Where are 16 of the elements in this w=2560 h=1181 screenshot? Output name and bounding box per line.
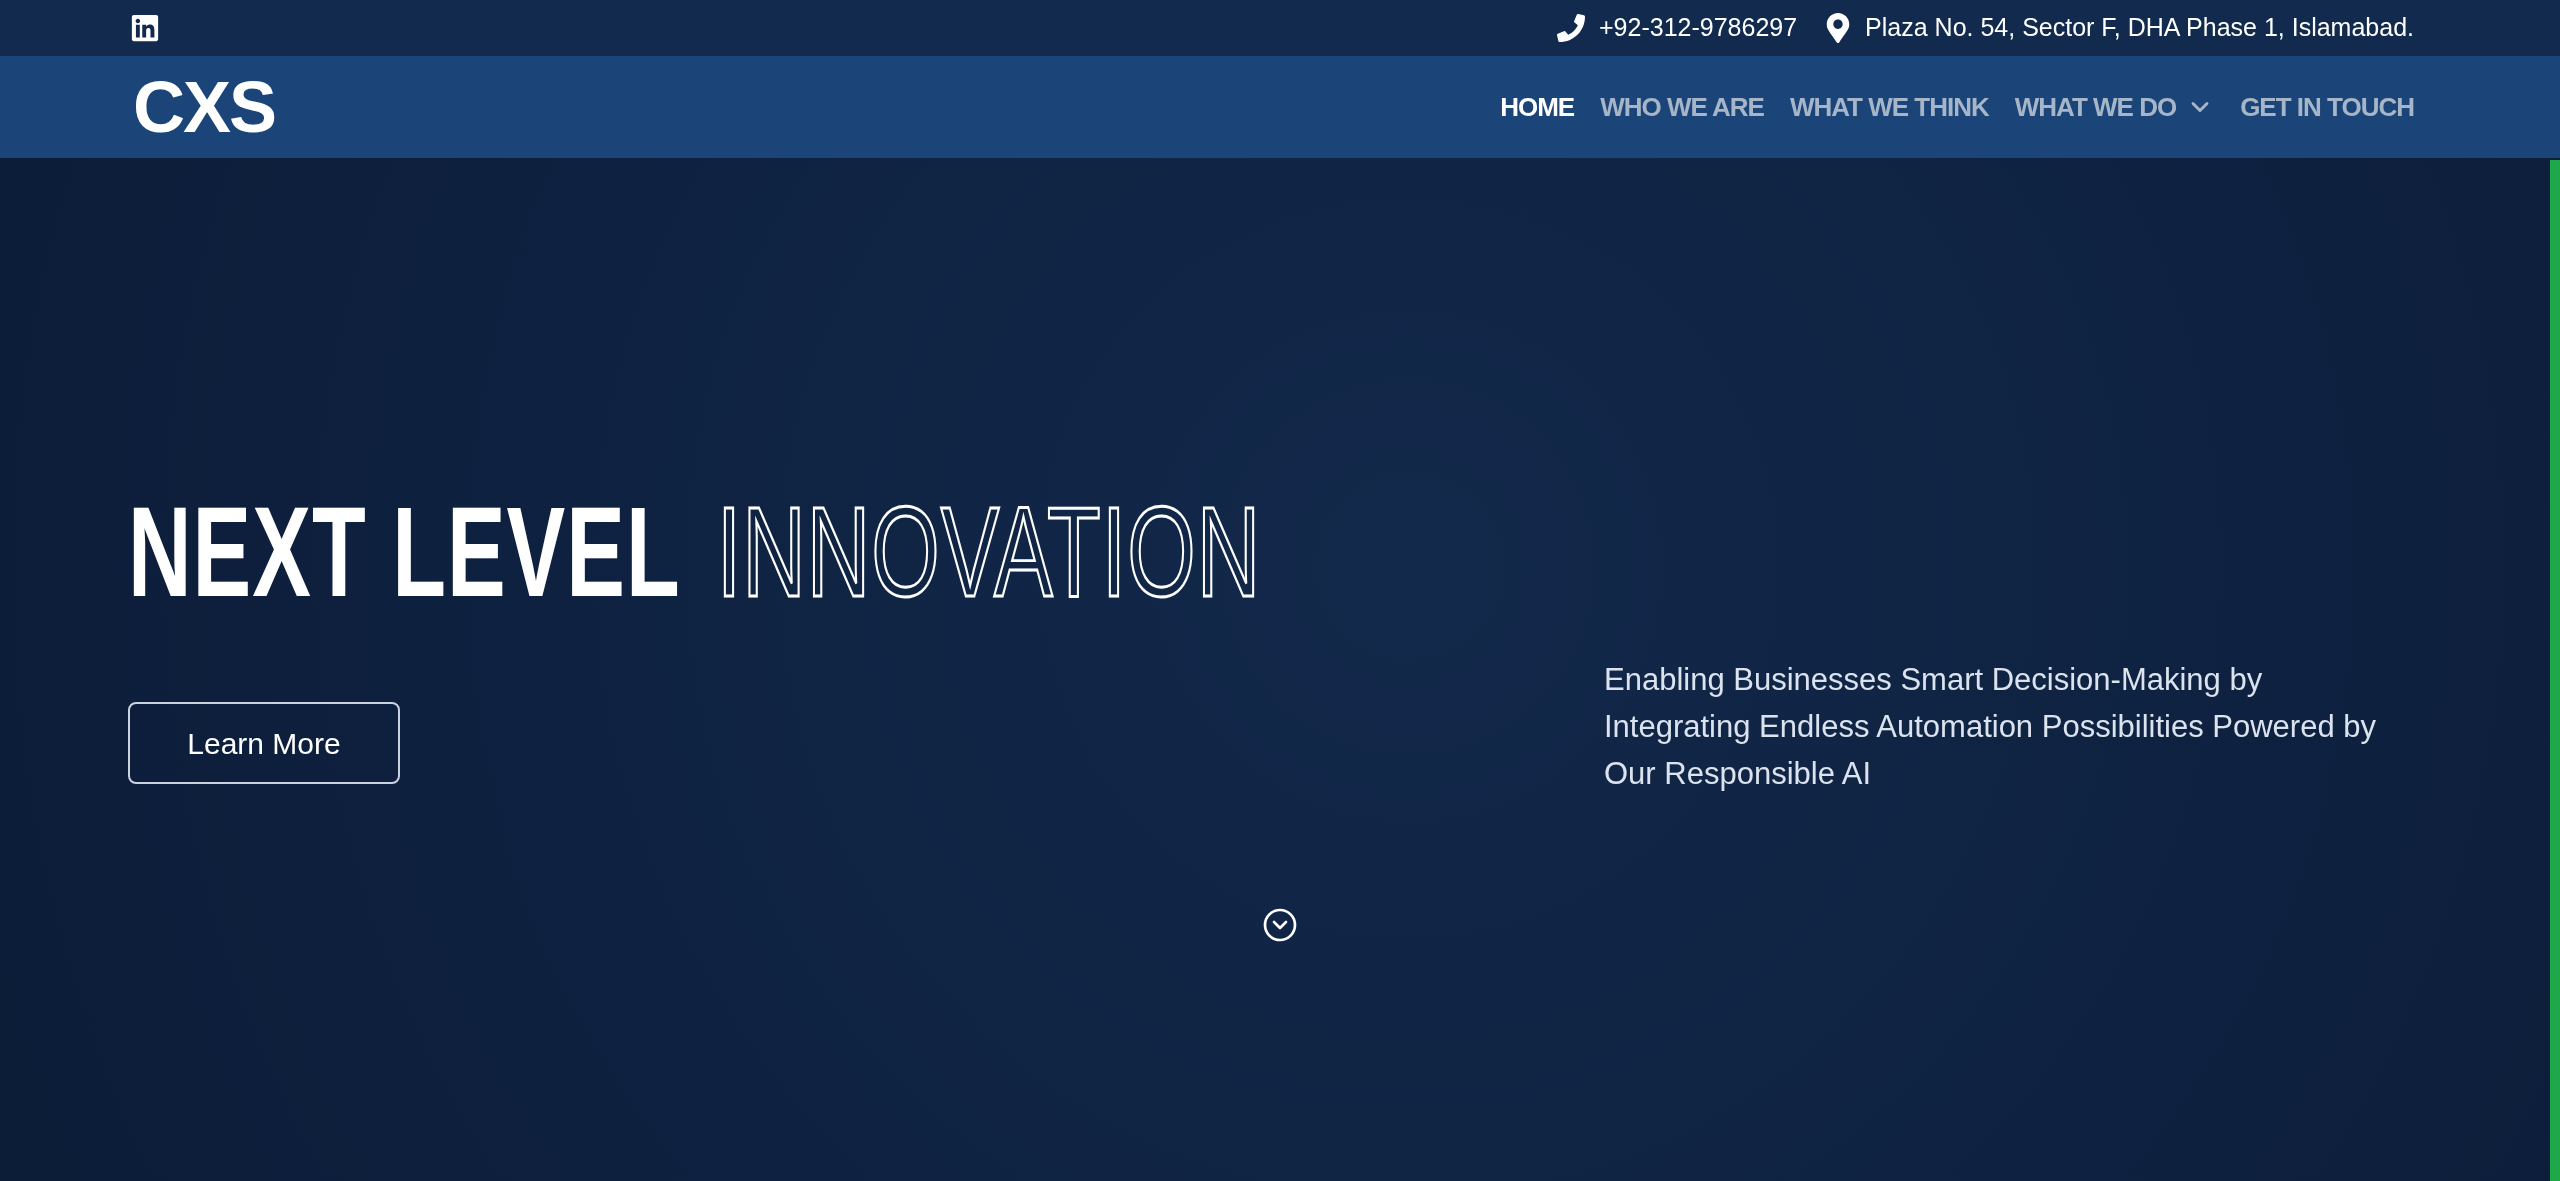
nav-link[interactable]: WHO WE ARE [1600, 87, 1764, 127]
hero-description: Enabling Businesses Smart Decision-Making by Integrating Endless Automation Possibilities Powered by Our Responsible AI [1604, 661, 2377, 793]
logo[interactable]: CXS [133, 71, 276, 143]
location-pin-icon [1825, 13, 1852, 43]
nav-link[interactable]: GET IN TOUCH [2240, 87, 2414, 127]
nav-link[interactable]: WHAT WE DO [2014, 87, 2215, 127]
linkedin-icon[interactable] [130, 13, 160, 43]
nav-link[interactable]: WHAT WE THINK [1789, 87, 1989, 127]
learn-more-button[interactable]: Learn More [128, 702, 400, 784]
address: Plaza No. 54, Sector F, DHA Phase 1, Islamabad. [1865, 12, 2414, 44]
nav-link[interactable]: HOME [1500, 87, 1575, 127]
phone-icon [1557, 14, 1585, 42]
scroll-down-icon[interactable] [1262, 907, 1298, 943]
phone-number: +92-312-9786297 [1599, 12, 1798, 44]
outlined-headline: INNOVATION [716, 488, 1262, 616]
headline: NEXT LEVEL [128, 488, 681, 616]
